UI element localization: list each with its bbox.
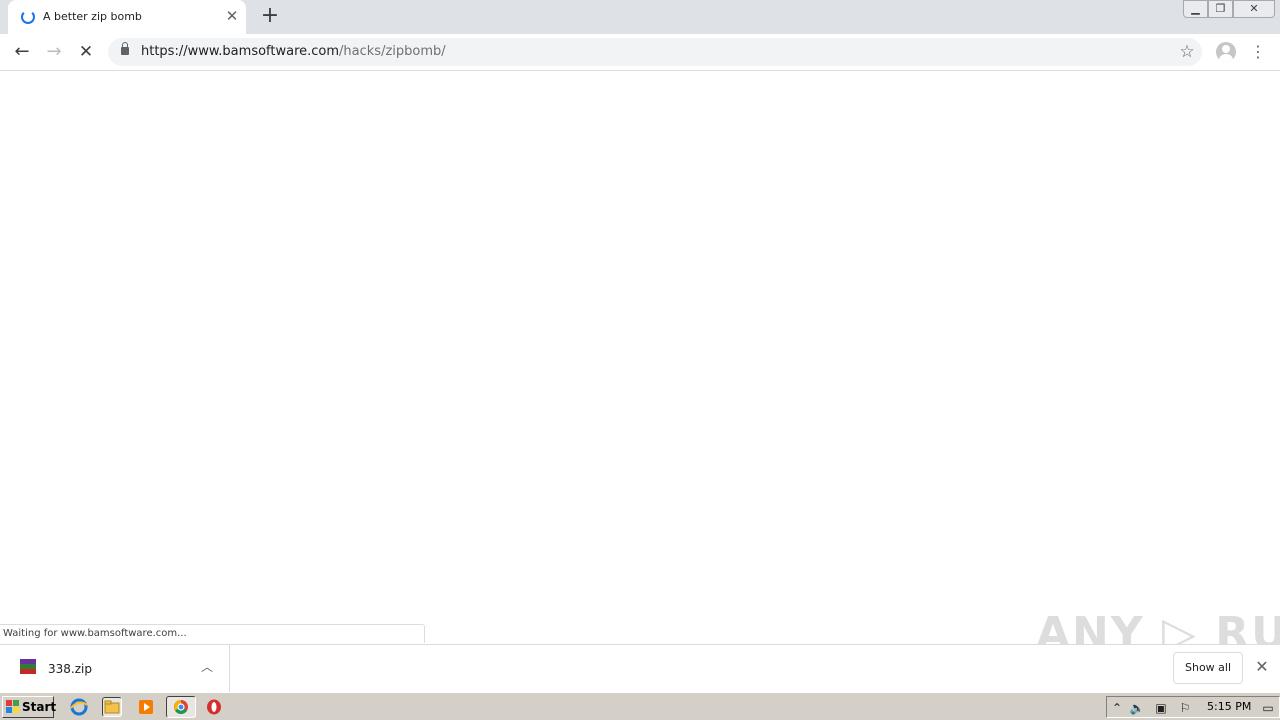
flag-icon[interactable]: ⚐ (1176, 699, 1194, 717)
ie-icon[interactable] (69, 697, 89, 717)
window-close-button[interactable]: ✕ (1233, 0, 1275, 18)
volume-icon[interactable]: 🔈 (1128, 699, 1146, 717)
url-host: https://www.bamsoftware.com (141, 44, 340, 59)
start-label: Start (22, 700, 57, 714)
forward-arrow-icon[interactable]: → (42, 40, 66, 64)
tab-active[interactable]: A better zip bomb ✕ (8, 0, 246, 34)
opera-icon[interactable] (204, 697, 224, 717)
plus-icon[interactable]: + (259, 5, 281, 27)
windows-logo-icon (6, 700, 19, 713)
media-player-icon[interactable] (136, 697, 156, 717)
back-arrow-icon[interactable]: ← (10, 40, 34, 64)
network-icon[interactable]: ▣ (1152, 699, 1170, 717)
address-bar[interactable]: https://www.bamsoftware.com/hacks/zipbom… (108, 38, 1202, 66)
shelf-close-icon[interactable]: ✕ (1252, 657, 1272, 677)
star-icon[interactable]: ☆ (1176, 41, 1198, 63)
loading-spinner-icon (21, 10, 35, 24)
lock-icon[interactable] (121, 42, 129, 55)
start-button[interactable]: Start (2, 696, 57, 718)
chevron-up-icon[interactable]: ︿ (198, 658, 216, 676)
restore-button[interactable]: ❐ (1208, 0, 1233, 18)
stop-icon[interactable]: ✕ (74, 40, 98, 64)
taskbar: Start ⌃ 🔈 ▣ ⚐ 5:15 PM ▭ (0, 692, 1280, 720)
tray-expand-icon[interactable]: ⌃ (1108, 699, 1126, 717)
clock[interactable]: 5:15 PM (1207, 700, 1251, 713)
show-all-button[interactable]: Show all (1173, 652, 1243, 684)
show-desktop-icon[interactable]: ▭ (1259, 699, 1277, 717)
menu-icon[interactable]: ⋮ (1248, 40, 1268, 64)
chrome-icon[interactable] (166, 696, 196, 718)
download-shelf: 338.zip ︿ Show all ✕ (0, 644, 1280, 692)
url-text[interactable]: https://www.bamsoftware.com/hacks/zipbom… (141, 44, 446, 59)
download-file-name: 338.zip (48, 662, 92, 676)
page-content (0, 72, 1280, 644)
status-bubble: Waiting for www.bamsoftware.com... (0, 624, 425, 643)
tab-title: A better zip bomb (43, 10, 142, 23)
download-item[interactable]: 338.zip ︿ (0, 645, 230, 692)
avatar-icon[interactable] (1216, 42, 1236, 62)
winrar-icon (20, 659, 36, 675)
url-path: /hacks/zipbomb/ (339, 44, 446, 59)
minimize-button[interactable]: ▁ (1183, 0, 1208, 18)
system-tray: ⌃ 🔈 ▣ ⚐ 5:15 PM ▭ (1106, 696, 1280, 718)
close-icon[interactable]: ✕ (224, 8, 240, 24)
folder-icon[interactable] (102, 697, 122, 717)
browser-toolbar: ← → ✕ https://www.bamsoftware.com/hacks/… (0, 34, 1280, 71)
tab-strip: A better zip bomb ✕ + ▁ ❐ ✕ (0, 0, 1280, 34)
